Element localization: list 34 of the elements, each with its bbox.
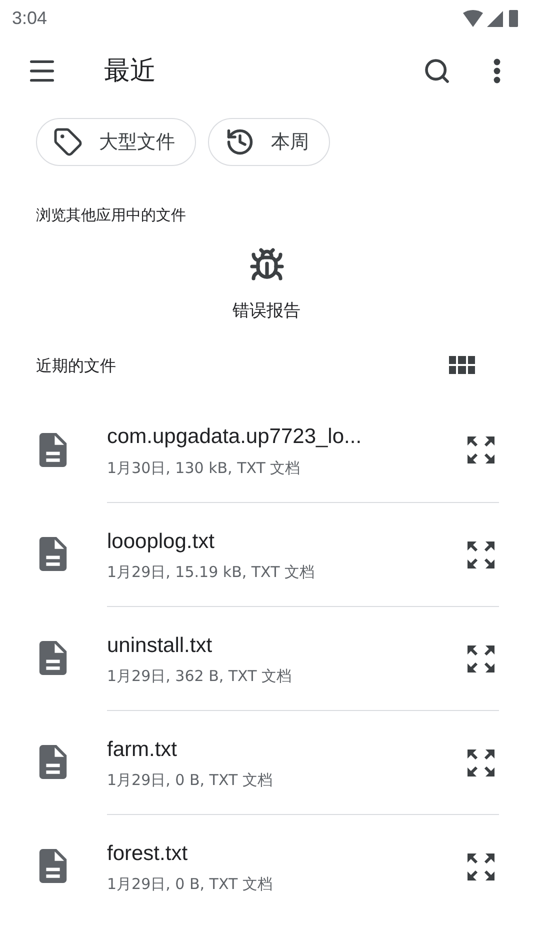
filter-chip[interactable]: 本周 — [208, 118, 330, 166]
file-name: loooplog.txt — [107, 528, 216, 554]
file-row[interactable]: com.upgadata.up7723_lo... 1月30日, 130 kB, TXT 文档 — [0, 398, 533, 502]
document-icon — [39, 641, 67, 675]
section-heading: 近期的文件 — [36, 355, 116, 377]
bug-icon — [248, 246, 284, 282]
file-row[interactable]: forest.txt 1月29日, 0 B, TXT 文档 — [0, 814, 533, 918]
search-icon — [423, 57, 451, 85]
file-details: 1月29日, 15.19 kB, TXT 文档 — [107, 562, 316, 583]
app-shortcut[interactable]: 错误报告 — [220, 246, 312, 324]
file-row[interactable]: farm.txt 1月29日, 0 B, TXT 文档 — [0, 710, 533, 814]
document-icon — [39, 745, 67, 779]
file-row[interactable]: loooplog.txt 1月29日, 15.19 kB, TXT 文档 — [0, 502, 533, 606]
file-name: com.upgadata.up7723_lo... — [107, 424, 363, 450]
toolbar-title: 最近 — [104, 54, 156, 88]
file-row[interactable]: uninstall.txt 1月29日, 362 B, TXT 文档 — [0, 606, 533, 710]
file-name: farm.txt — [107, 736, 178, 762]
file-details: 1月29日, 362 B, TXT 文档 — [107, 666, 292, 687]
grid-view-icon[interactable] — [449, 356, 475, 376]
file-details: 1月29日, 0 B, TXT 文档 — [107, 874, 274, 895]
tag-icon — [53, 127, 83, 157]
document-icon — [39, 433, 67, 467]
file-name: forest.txt — [107, 840, 189, 866]
section-heading: 浏览其他应用中的文件 — [35, 205, 187, 226]
file-name: uninstall.txt — [107, 632, 214, 658]
file-details: 1月29日, 0 B, TXT 文档 — [107, 770, 274, 791]
filter-chip[interactable]: 大型文件 — [36, 118, 196, 166]
history-icon — [225, 127, 255, 157]
file-details: 1月30日, 130 kB, TXT 文档 — [107, 458, 302, 478]
document-icon — [39, 537, 67, 571]
status-time: 3:04 — [12, 6, 48, 30]
document-icon — [39, 849, 67, 883]
more-icon — [493, 58, 501, 84]
status-icons — [461, 7, 521, 29]
